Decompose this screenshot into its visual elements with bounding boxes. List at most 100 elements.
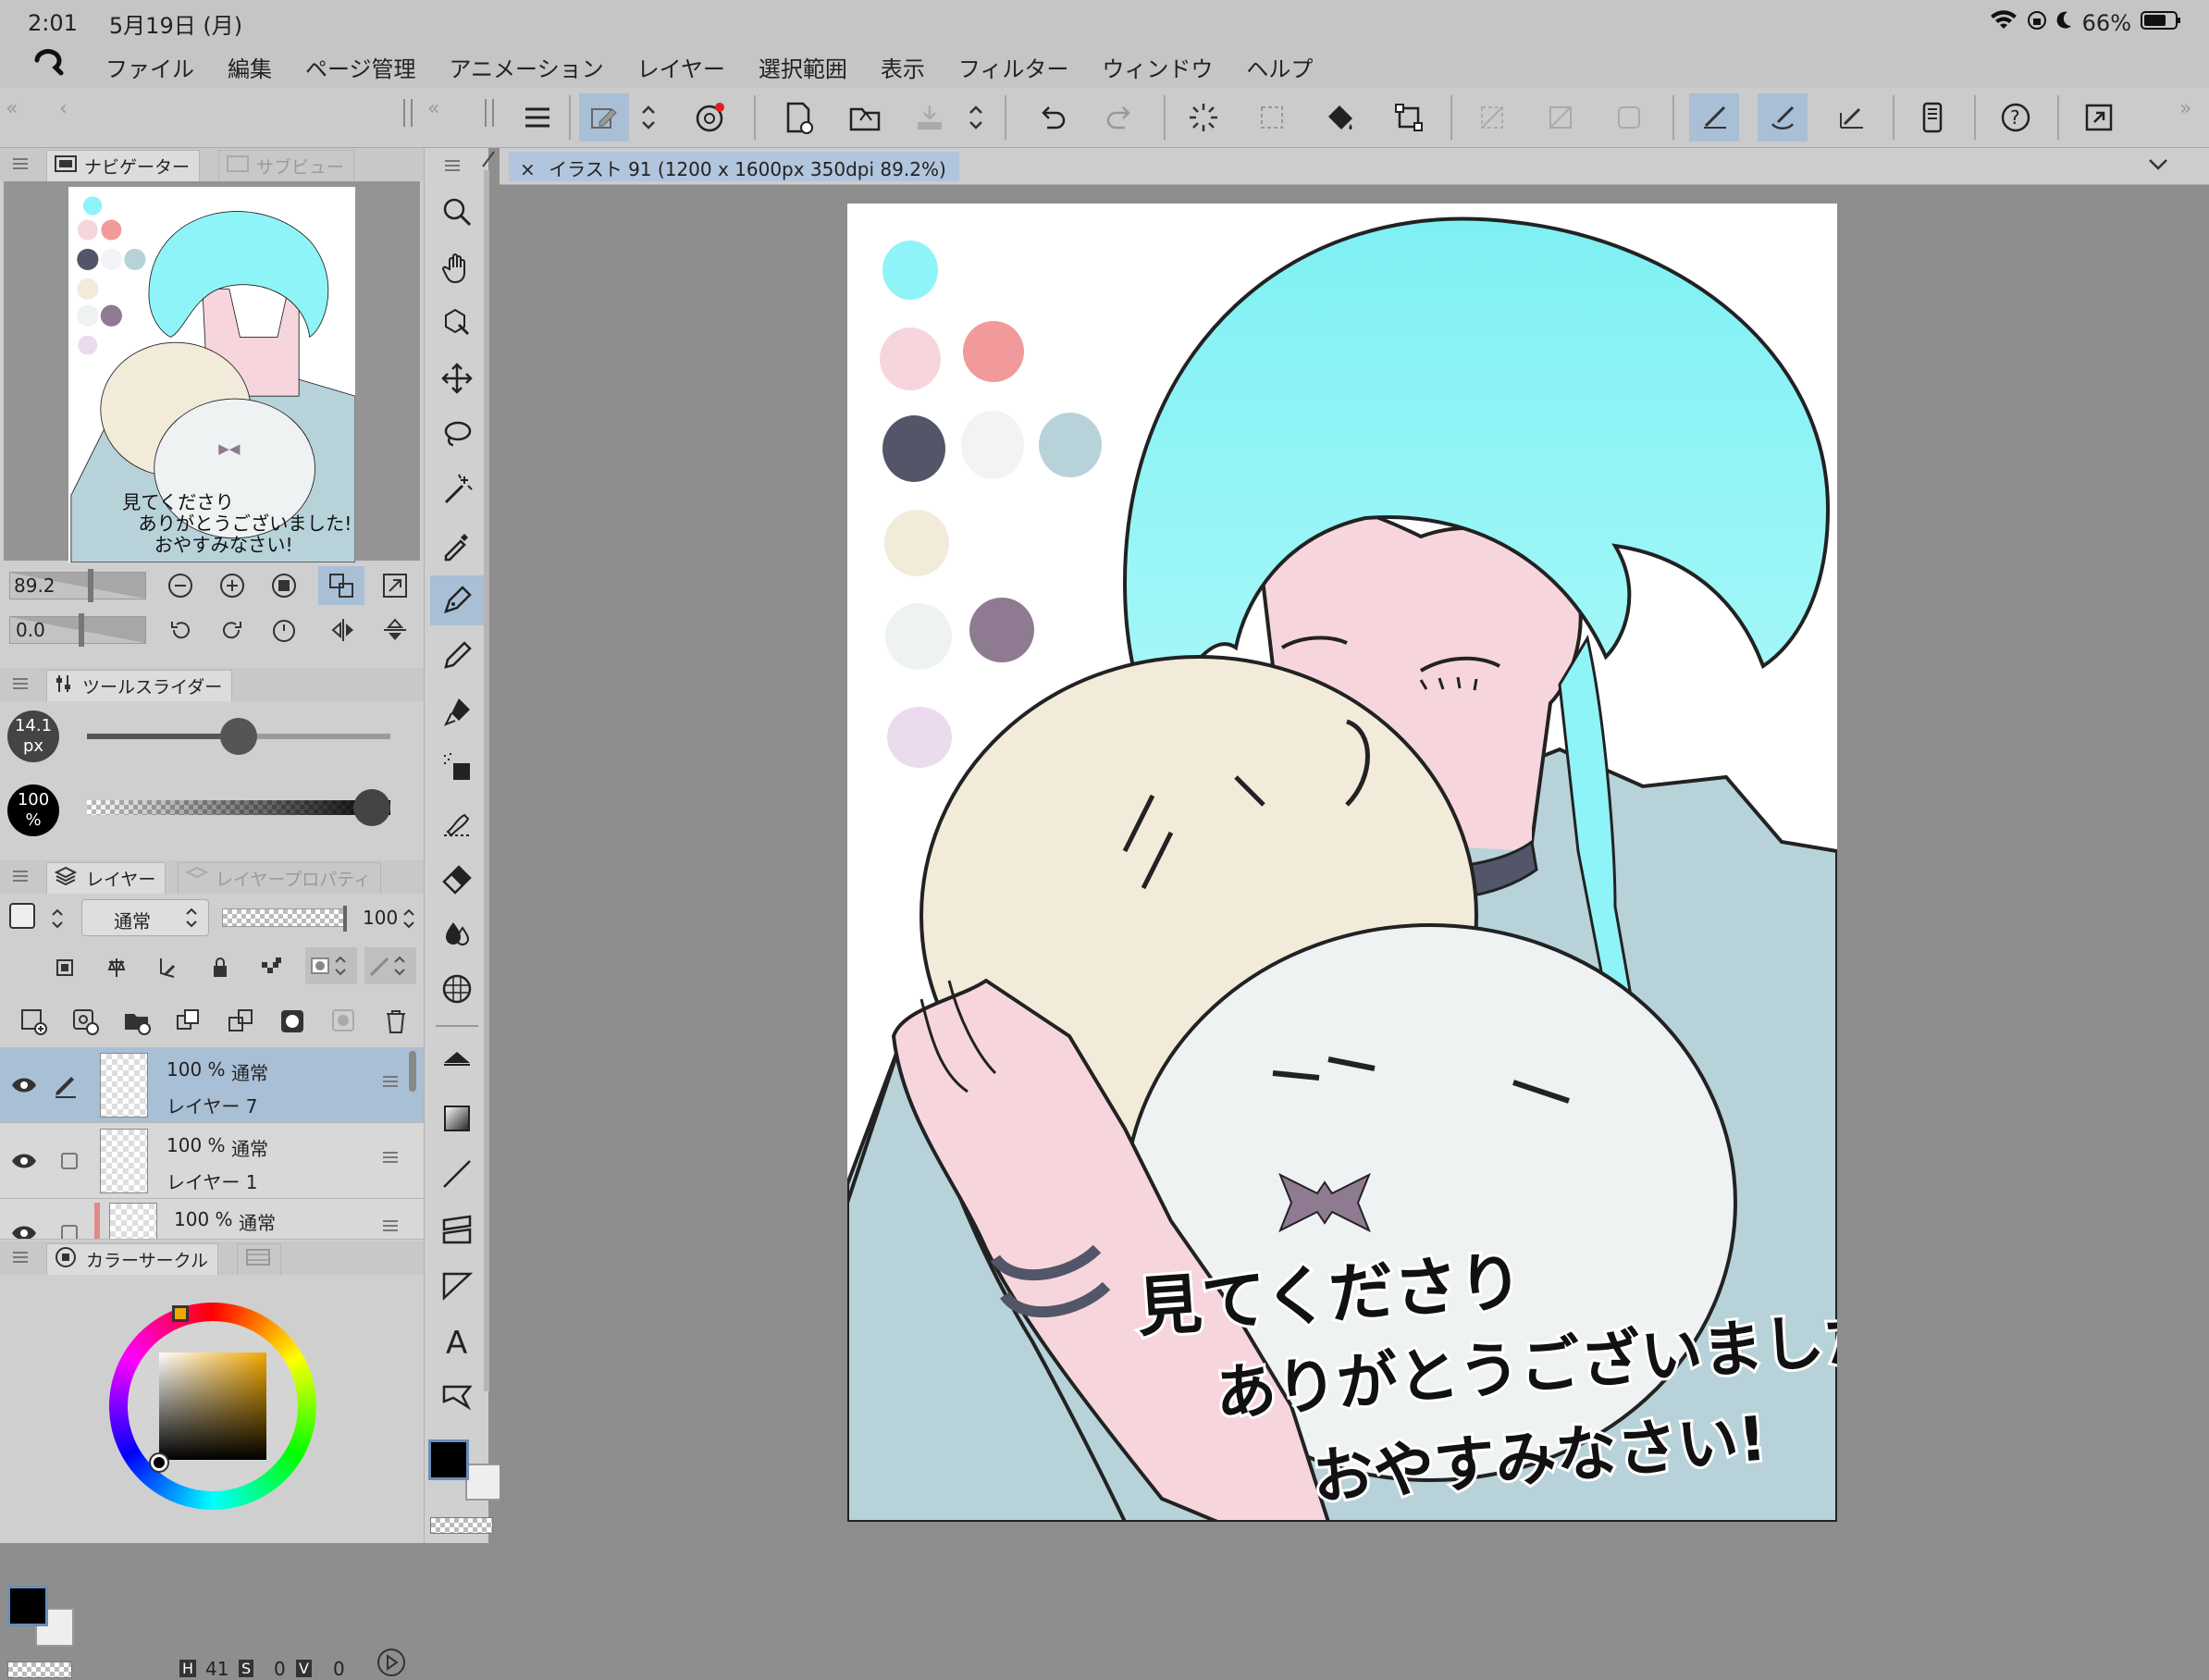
hue-handle[interactable]	[172, 1305, 189, 1322]
zoom-slider[interactable]: 89.2	[9, 569, 146, 602]
brush-opacity-slider[interactable]	[87, 789, 390, 826]
ruler-tool-icon[interactable]	[432, 1260, 482, 1310]
sv-square[interactable]	[159, 1353, 266, 1460]
tab-layer-property[interactable]: レイヤープロパティ	[178, 862, 382, 894]
fit-to-window-icon[interactable]	[318, 566, 364, 605]
ruler-snap-icon[interactable]	[1826, 93, 1876, 142]
layer-color-stepper-icon[interactable]	[48, 903, 67, 934]
layer-row[interactable]: 100 % 通常 レイヤー 1	[0, 1123, 424, 1199]
tool-transparent-swatch[interactable]	[430, 1517, 493, 1534]
layer-opacity-slider[interactable]	[222, 906, 347, 932]
fit-window-icon[interactable]	[379, 570, 411, 601]
object-tool-icon[interactable]	[432, 298, 482, 348]
menu-animation[interactable]: アニメーション	[450, 51, 604, 83]
rotation-slider[interactable]: 0.0	[9, 613, 146, 647]
stepper-icon[interactable]	[635, 93, 662, 142]
brush-size-slider[interactable]	[87, 718, 390, 755]
panel-divider-handle[interactable]	[403, 99, 413, 127]
chevron-down-icon[interactable]	[2146, 154, 2170, 178]
move-tool-icon[interactable]	[432, 353, 482, 403]
transparent-color-swatch[interactable]	[7, 1661, 72, 1678]
new-vector-layer-icon[interactable]	[68, 1005, 102, 1038]
pencil-tool-icon[interactable]	[432, 631, 482, 681]
invert-selection-icon[interactable]	[1536, 93, 1586, 142]
clip-layer-icon[interactable]	[50, 953, 80, 982]
decoration-tool-icon[interactable]	[432, 797, 482, 847]
hand-tool-icon[interactable]	[432, 242, 482, 292]
menu-help[interactable]: ヘルプ	[1246, 51, 1313, 83]
tab-color-history[interactable]	[237, 1243, 281, 1275]
selection-border-icon[interactable]	[1604, 93, 1654, 142]
hue-ring[interactable]	[109, 1303, 316, 1510]
blend-tool-icon[interactable]	[432, 908, 482, 958]
tools-divider-handle[interactable]	[485, 99, 494, 127]
fullscreen-icon[interactable]	[2074, 93, 2124, 142]
record-timelapse-icon[interactable]	[685, 93, 734, 142]
new-raster-layer-icon[interactable]	[17, 1005, 50, 1038]
deselect-icon[interactable]	[1467, 93, 1517, 142]
layer-color-swatch[interactable]	[9, 903, 35, 929]
layer-scrollbar[interactable]	[409, 1051, 416, 1092]
line-tool-icon[interactable]	[432, 1149, 482, 1199]
collapse-left-icon[interactable]: «	[6, 97, 18, 120]
main-color-swatch[interactable]	[7, 1586, 48, 1626]
drag-handle-icon[interactable]	[383, 1217, 398, 1234]
rotate-left-icon[interactable]	[165, 614, 196, 646]
zoom-out-icon[interactable]	[165, 570, 196, 601]
draft-layer-icon[interactable]	[154, 953, 183, 982]
blend-mode-select[interactable]: 通常	[81, 899, 209, 936]
menu-filter[interactable]: フィルター	[958, 51, 1069, 83]
layer-checkbox[interactable]	[61, 1153, 78, 1169]
reference-layer-icon[interactable]	[102, 953, 131, 982]
illustration-canvas[interactable]: 見てくださり ありがとうございました! おやすみなさい!	[847, 204, 1837, 1522]
layer-row[interactable]: 100 % 通常 レイヤー 7	[0, 1047, 424, 1123]
merge-down-icon[interactable]	[224, 1005, 257, 1038]
fill-tool-icon[interactable]	[432, 1038, 482, 1088]
delete-layer-icon[interactable]	[379, 1005, 413, 1038]
transform-icon[interactable]	[1384, 93, 1434, 142]
mesh-tool-icon[interactable]	[432, 964, 482, 1014]
tab-navigator[interactable]: ナビゲーター	[46, 150, 201, 181]
menu-file[interactable]: ファイル	[105, 51, 194, 83]
tab-subview[interactable]: サブビュー	[218, 150, 355, 181]
frame-tool-icon[interactable]	[432, 1204, 482, 1254]
eyedropper-icon[interactable]	[432, 520, 482, 570]
pen-tool-icon[interactable]	[430, 575, 484, 625]
transfer-down-icon[interactable]	[172, 1005, 205, 1038]
redo-icon[interactable]	[1095, 93, 1145, 142]
stabilizer-icon[interactable]	[1689, 93, 1739, 142]
zoom-in-icon[interactable]	[216, 570, 248, 601]
document-tab[interactable]: × イラスト 91 (1200 x 1600px 350dpi 89.2%)	[509, 152, 959, 181]
sv-handle[interactable]	[149, 1452, 169, 1473]
open-folder-icon[interactable]	[840, 93, 890, 142]
app-logo-icon[interactable]	[31, 48, 65, 86]
save-icon[interactable]	[905, 93, 955, 142]
device-settings-icon[interactable]	[1907, 93, 1957, 142]
save-stepper-icon[interactable]	[962, 93, 990, 142]
layer-row[interactable]: 100 % 通常	[0, 1199, 424, 1240]
brush-snap-icon[interactable]	[1758, 93, 1808, 142]
hamburger-menu-icon[interactable]	[512, 93, 562, 142]
eye-icon[interactable]	[9, 1071, 39, 1099]
menu-window[interactable]: ウィンドウ	[1102, 51, 1213, 83]
eraser-tool-icon[interactable]	[432, 853, 482, 903]
layer-opacity-stepper-icon[interactable]	[400, 903, 418, 934]
chevron-left-icon[interactable]: ‹	[59, 97, 68, 120]
actual-size-icon[interactable]	[268, 570, 300, 601]
menu-edit[interactable]: 編集	[228, 51, 272, 83]
menu-page[interactable]: ページ管理	[305, 51, 416, 83]
close-tab-icon[interactable]: ×	[520, 158, 536, 180]
zoom-tool-icon[interactable]	[432, 187, 482, 237]
airbrush-tool-icon[interactable]	[432, 742, 482, 792]
fill-bucket-icon[interactable]	[1315, 93, 1365, 142]
navigator-preview[interactable]: 見てくださり ありがとうございました! おやすみなさい!	[4, 181, 420, 562]
help-icon[interactable]: ?	[1991, 93, 2041, 142]
mask-enable-icon[interactable]	[305, 947, 357, 984]
flip-vertical-icon[interactable]	[379, 614, 411, 646]
menu-selection[interactable]: 選択範囲	[759, 51, 847, 83]
play-circle-icon[interactable]	[374, 1645, 409, 1680]
layer-mask-icon[interactable]	[276, 1005, 309, 1038]
gradient-tool-icon[interactable]	[432, 1093, 482, 1143]
tool-scrollbar[interactable]	[484, 170, 489, 1391]
layer-checkbox[interactable]	[61, 1225, 78, 1239]
